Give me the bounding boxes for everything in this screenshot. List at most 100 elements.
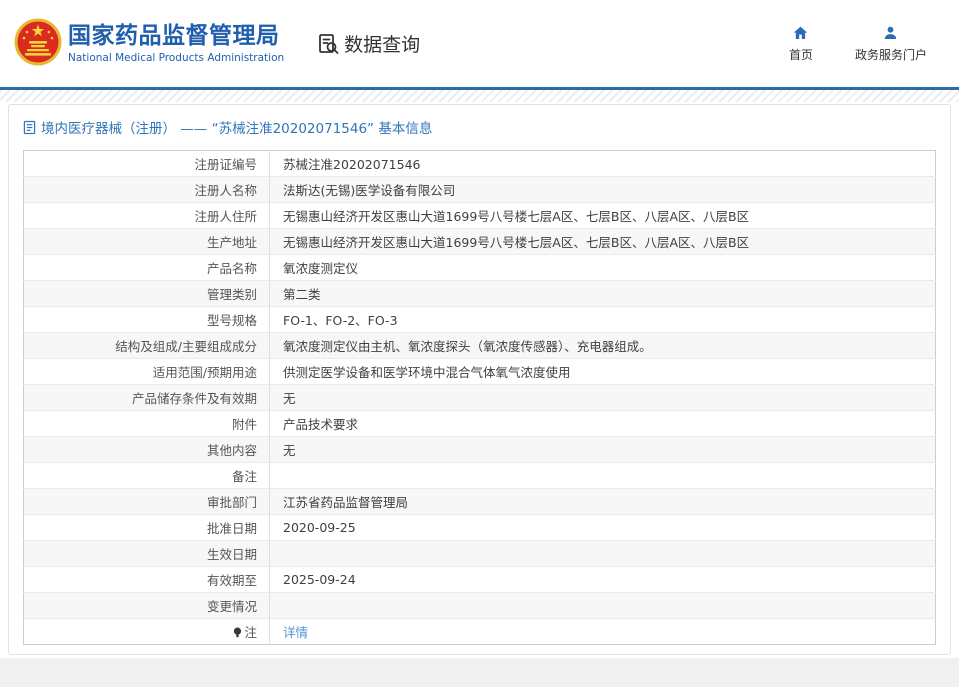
table-row: 注 详情: [24, 619, 936, 645]
table-row: 产品储存条件及有效期 无: [24, 385, 936, 411]
note-icon: [233, 626, 242, 641]
table-row: 批准日期 2020-09-25: [24, 515, 936, 541]
row-label: 注册证编号: [24, 151, 270, 177]
row-value-text: 第二类: [283, 287, 321, 302]
brand-link[interactable]: 国家药品监督管理局 National Medical Products Admi…: [10, 18, 284, 70]
row-label: 管理类别: [24, 281, 270, 307]
document-icon: [23, 120, 36, 135]
row-label-text: 批准日期: [207, 521, 257, 536]
row-label-text: 变更情况: [207, 599, 257, 614]
row-value: [270, 593, 936, 619]
row-value: [270, 463, 936, 489]
row-value: FO-1、FO-2、FO-3: [270, 307, 936, 333]
row-label-text: 适用范围/预期用途: [153, 365, 257, 380]
row-value-text: 氧浓度测定仪: [283, 261, 358, 276]
footer-strip: [0, 658, 959, 687]
row-value-text: 产品技术要求: [283, 417, 358, 432]
row-value: 无: [270, 437, 936, 463]
brand-subtitle: National Medical Products Administration: [68, 52, 284, 64]
home-icon: [792, 25, 809, 41]
row-value-text: FO-1、FO-2、FO-3: [283, 313, 398, 328]
row-value: 2020-09-25: [270, 515, 936, 541]
row-label-text: 注册证编号: [194, 157, 257, 172]
row-value: 2025-09-24: [270, 567, 936, 593]
row-value: 法斯达(无锡)医学设备有限公司: [270, 177, 936, 203]
row-label: 适用范围/预期用途: [24, 359, 270, 385]
row-label-text: 生产地址: [207, 235, 257, 250]
table-row: 产品名称 氧浓度测定仪: [24, 255, 936, 281]
row-value: 江苏省药品监督管理局: [270, 489, 936, 515]
brand-title: 国家药品监督管理局: [68, 23, 284, 49]
data-query-tab[interactable]: 数据查询: [316, 30, 420, 57]
row-label: 注册人名称: [24, 177, 270, 203]
row-label: 变更情况: [24, 593, 270, 619]
row-label-text: 其他内容: [207, 443, 257, 458]
table-row: 生效日期: [24, 541, 936, 567]
row-value: 供测定医学设备和医学环境中混合气体氧气浓度使用: [270, 359, 936, 385]
top-nav: 首页 政务服务门户: [789, 25, 927, 63]
row-label: 产品名称: [24, 255, 270, 281]
row-value: 产品技术要求: [270, 411, 936, 437]
row-value-text: 无: [283, 391, 296, 406]
row-label-text: 产品储存条件及有效期: [132, 391, 257, 406]
row-value: 详情: [270, 619, 936, 645]
row-label: 备注: [24, 463, 270, 489]
row-label-text: 注: [244, 625, 257, 640]
row-label-text: 管理类别: [207, 287, 257, 302]
user-icon: [882, 25, 899, 41]
row-label-text: 型号规格: [207, 313, 257, 328]
table-row: 注册人住所 无锡惠山经济开发区惠山大道1699号八号楼七层A区、七层B区、八层A…: [24, 203, 936, 229]
table-row: 附件 产品技术要求: [24, 411, 936, 437]
nav-gov-portal[interactable]: 政务服务门户: [855, 25, 927, 63]
row-label: 生产地址: [24, 229, 270, 255]
table-row: 生产地址 无锡惠山经济开发区惠山大道1699号八号楼七层A区、七层B区、八层A区…: [24, 229, 936, 255]
nav-home-label: 首页: [789, 46, 813, 63]
row-value-text: 无锡惠山经济开发区惠山大道1699号八号楼七层A区、七层B区、八层A区、八层B区: [283, 235, 749, 250]
table-row: 注册人名称 法斯达(无锡)医学设备有限公司: [24, 177, 936, 203]
table-row: 适用范围/预期用途 供测定医学设备和医学环境中混合气体氧气浓度使用: [24, 359, 936, 385]
table-row: 注册证编号 苏械注准20202071546: [24, 151, 936, 177]
row-value-text: 法斯达(无锡)医学设备有限公司: [283, 183, 455, 198]
info-table-body: 注册证编号 苏械注准20202071546 注册人名称 法斯达(无锡)医学设备有…: [24, 151, 936, 645]
row-label-text: 产品名称: [207, 261, 257, 276]
row-label: 批准日期: [24, 515, 270, 541]
nav-home[interactable]: 首页: [789, 25, 813, 63]
row-value-text: 苏械注准20202071546: [283, 157, 420, 172]
row-label-text: 有效期至: [207, 573, 257, 588]
row-label-text: 结构及组成/主要组成成分: [115, 339, 257, 354]
row-label-text: 备注: [232, 469, 257, 484]
table-row: 备注: [24, 463, 936, 489]
row-label-text: 附件: [232, 417, 257, 432]
row-value-text: 供测定医学设备和医学环境中混合气体氧气浓度使用: [283, 365, 571, 380]
row-label: 其他内容: [24, 437, 270, 463]
table-row: 型号规格 FO-1、FO-2、FO-3: [24, 307, 936, 333]
row-label-text: 注册人名称: [194, 183, 257, 198]
row-label: 生效日期: [24, 541, 270, 567]
table-row: 有效期至 2025-09-24: [24, 567, 936, 593]
row-value: 第二类: [270, 281, 936, 307]
detail-link[interactable]: 详情: [283, 625, 308, 640]
registration-info-table: 注册证编号 苏械注准20202071546 注册人名称 法斯达(无锡)医学设备有…: [23, 150, 936, 645]
row-label-text: 审批部门: [207, 495, 257, 510]
row-label-text: 生效日期: [207, 547, 257, 562]
row-value: 氧浓度测定仪: [270, 255, 936, 281]
row-label: 结构及组成/主要组成成分: [24, 333, 270, 359]
row-value-text: 无锡惠山经济开发区惠山大道1699号八号楼七层A区、七层B区、八层A区、八层B区: [283, 209, 749, 224]
row-label: 审批部门: [24, 489, 270, 515]
row-value-text: 氧浓度测定仪由主机、氧浓度探头（氧浓度传感器）、充电器组成。: [283, 339, 652, 354]
row-label: 型号规格: [24, 307, 270, 333]
nav-gov-portal-label: 政务服务门户: [855, 46, 927, 63]
table-row: 审批部门 江苏省药品监督管理局: [24, 489, 936, 515]
row-label: 附件: [24, 411, 270, 437]
row-value: [270, 541, 936, 567]
page: 国家药品监督管理局 National Medical Products Admi…: [0, 0, 959, 687]
page-title: 境内医疗器械（注册） —— “苏械注准20202071546” 基本信息: [41, 117, 432, 137]
data-query-label: 数据查询: [344, 30, 420, 57]
table-row: 其他内容 无: [24, 437, 936, 463]
site-header: 国家药品监督管理局 National Medical Products Admi…: [0, 0, 959, 90]
row-label-text: 注册人住所: [194, 209, 257, 224]
row-label: 注册人住所: [24, 203, 270, 229]
data-query-icon: [316, 32, 340, 56]
table-row: 变更情况: [24, 593, 936, 619]
breadcrumb: 境内医疗器械（注册） —— “苏械注准20202071546” 基本信息: [23, 117, 936, 137]
